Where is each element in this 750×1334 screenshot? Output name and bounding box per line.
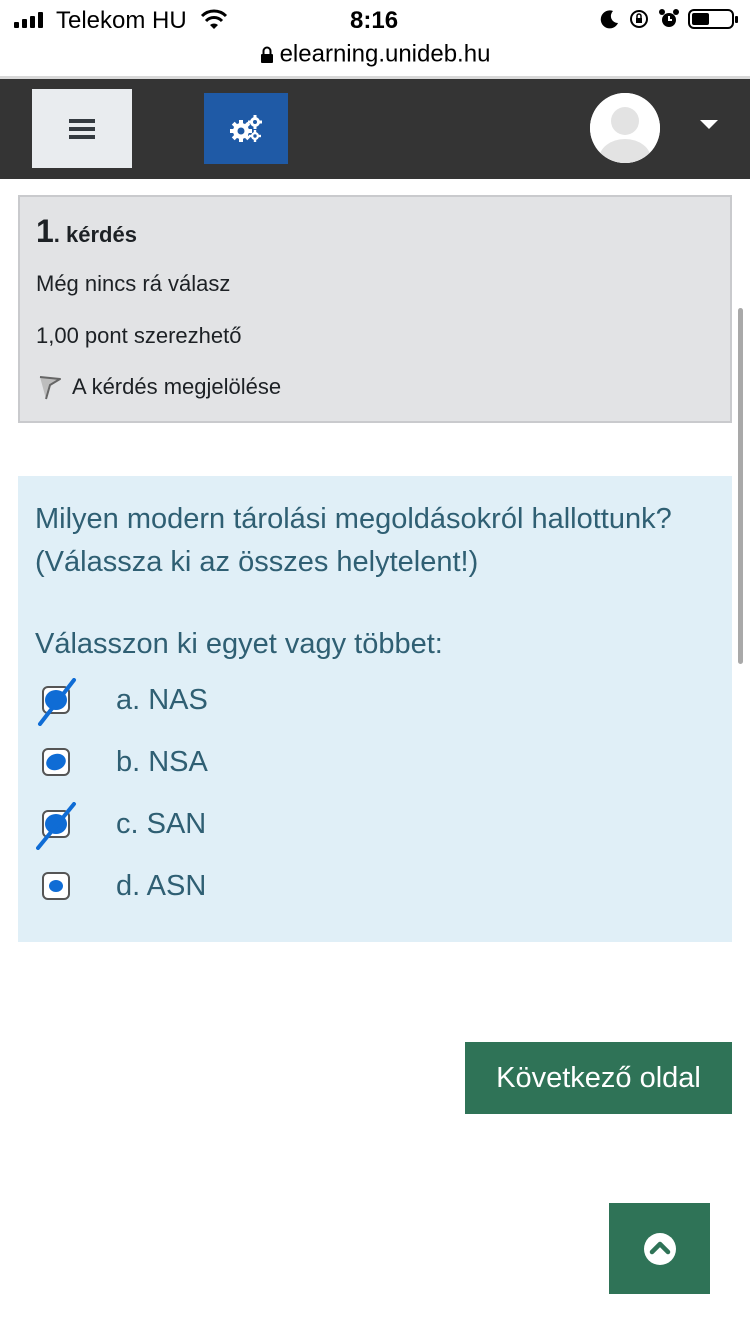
carrier-name: Telekom HU [56,7,187,34]
avatar-icon [590,93,660,163]
flag-question-label: A kérdés megjelölése [72,374,282,399]
answer-label: d. ASN [116,869,207,902]
moon-icon [600,10,618,29]
flag-icon [39,376,61,400]
caret-down-icon[interactable] [700,120,718,129]
page-scrollbar[interactable] [738,308,743,664]
checked-mark [45,814,67,834]
top-navbar [0,79,750,179]
lock-icon [260,46,273,63]
answer-label: b. NSA [116,745,208,778]
question-info-panel: 1. kérdés Még nincs rá válasz 1,00 pont … [18,195,732,423]
answer-checkbox[interactable] [42,748,70,776]
answer-checkbox[interactable] [38,678,76,726]
address-bar[interactable]: elearning.unideb.hu [0,40,750,78]
answer-prompt: Válasszon ki egyet vagy többet: [35,628,443,660]
user-avatar[interactable] [590,93,660,163]
answer-label: c. SAN [116,807,207,840]
answer-option-a[interactable]: a. NAS [38,678,208,726]
menu-button[interactable] [32,89,132,168]
question-heading: 1. kérdés [36,213,137,250]
checked-mark [49,880,63,892]
chevron-up-circle-icon [643,1232,676,1265]
alarm-icon [659,9,679,27]
answer-option-b[interactable]: b. NSA [42,742,208,782]
hamburger-icon [69,115,95,143]
back-to-top-button[interactable] [609,1203,710,1294]
question-grade: 1,00 pont szerezhető [36,323,242,348]
signal-icon [14,12,43,28]
rotation-lock-icon [630,10,648,28]
question-number-suffix: . kérdés [53,222,137,247]
settings-button[interactable] [204,93,288,164]
flag-question-link[interactable]: A kérdés megjelölése [36,373,281,401]
answer-checkbox[interactable] [36,802,76,850]
answer-checkbox[interactable] [42,872,70,900]
checked-mark [43,751,69,773]
clock: 8:16 [350,7,399,34]
battery-icon [688,9,738,29]
answer-option-c[interactable]: c. SAN [36,802,206,850]
next-page-button[interactable]: Következő oldal [465,1042,732,1114]
gears-icon [230,114,262,142]
wifi-icon [200,9,228,36]
url-text: elearning.unideb.hu [279,40,491,68]
checked-mark [45,690,67,710]
answer-option-d[interactable]: d. ASN [42,866,206,906]
answer-label: a. NAS [116,683,208,716]
question-number: 1 [36,213,54,249]
question-content: Milyen modern tárolási megoldásokról hal… [18,476,732,942]
status-bar: Telekom HU 8:16 [0,0,750,40]
question-text: Milyen modern tárolási megoldásokról hal… [35,503,672,578]
question-state: Még nincs rá válasz [36,271,231,296]
